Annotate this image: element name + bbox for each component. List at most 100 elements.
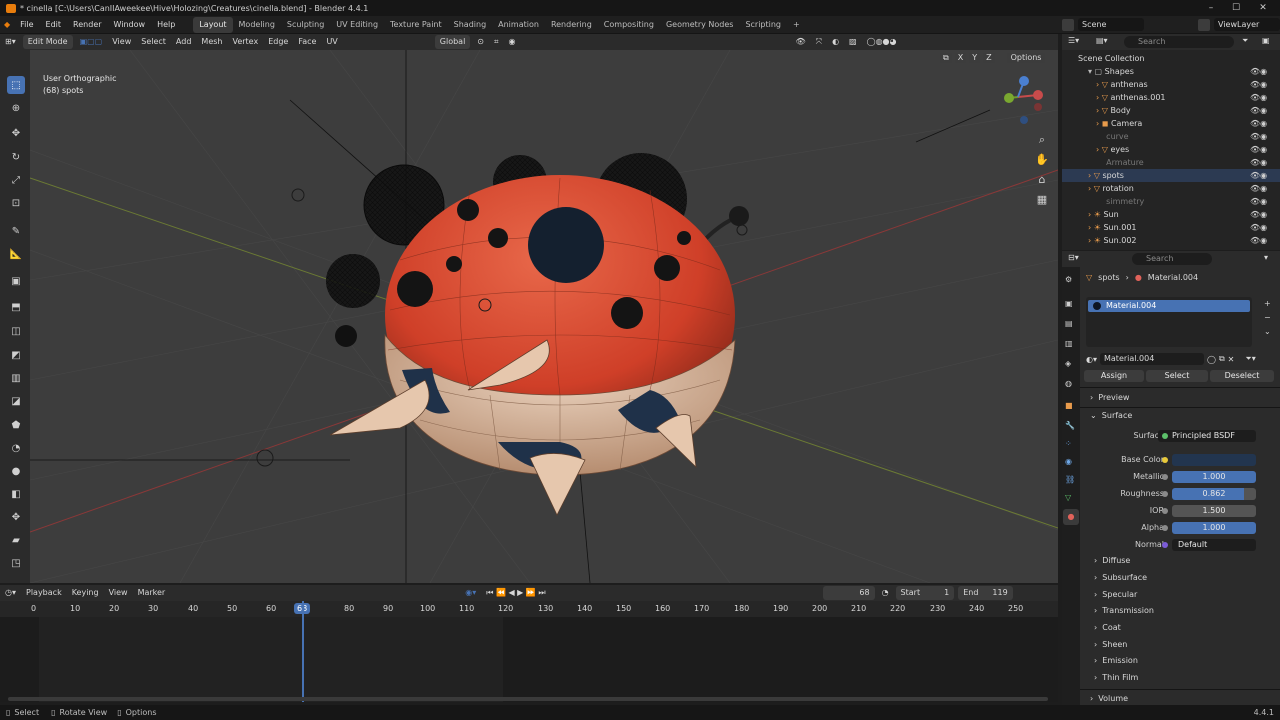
maximize-icon[interactable]: ☐	[1230, 2, 1242, 14]
tab-geometry-nodes[interactable]: Geometry Nodes	[660, 17, 739, 33]
render-tab-icon[interactable]: ▣	[1065, 299, 1073, 308]
eye-icon[interactable]: 👁◉	[1250, 65, 1276, 78]
playhead[interactable]	[302, 601, 304, 702]
material-name-field[interactable]: Material.004	[1100, 353, 1204, 365]
tool-tab-icon[interactable]: ⚙	[1065, 275, 1072, 284]
menu-marker[interactable]: Marker	[133, 586, 171, 600]
surface-shader-field[interactable]: Principled BSDF	[1158, 430, 1256, 442]
current-frame-field[interactable]: 68	[822, 586, 875, 600]
physics-tab-icon[interactable]: ◉	[1065, 457, 1072, 466]
rotate-tool-icon[interactable]: ↻	[7, 148, 25, 166]
snap-icon[interactable]: ⌗	[489, 35, 504, 49]
scene-selector[interactable]: Scene	[1078, 18, 1144, 31]
proportional-edit-icon[interactable]: ◉	[504, 35, 521, 49]
surface-panel-header[interactable]: ⌄ Surface	[1090, 410, 1132, 422]
view-layer-icon[interactable]	[1198, 18, 1210, 31]
assign-button[interactable]: Assign	[1084, 370, 1144, 382]
close-icon[interactable]: ✕	[1257, 2, 1269, 14]
eye-icon[interactable]: 👁◉	[1250, 195, 1276, 208]
start-frame-field[interactable]: 1	[944, 586, 949, 600]
outliner-item-simmetry[interactable]: simmetry	[1062, 195, 1280, 208]
outliner-item-anthenas-001[interactable]: › ▽ anthenas.001	[1062, 91, 1280, 104]
move-tool-icon[interactable]: ✥	[7, 124, 25, 142]
subpanel-thin-film[interactable]: › Thin Film	[1094, 672, 1138, 684]
transform-orientation[interactable]: Global	[434, 35, 471, 49]
filter-icon[interactable]: ⏷	[1242, 36, 1248, 46]
tab-modeling[interactable]: Modeling	[233, 17, 281, 33]
subpanel-coat[interactable]: › Coat	[1094, 622, 1121, 634]
add-cube-tool-icon[interactable]: ▣	[7, 272, 25, 290]
menu-render[interactable]: Render	[67, 16, 107, 34]
select-mode-icons[interactable]: ▣▢▢	[75, 35, 108, 49]
gizmo-icon[interactable]: ⤧	[811, 35, 827, 49]
scene-collection-row[interactable]: Scene Collection	[1062, 52, 1280, 65]
menu-edge[interactable]: Edge	[263, 35, 293, 49]
cursor-tool-icon[interactable]: ⊕	[7, 99, 25, 117]
eye-icon[interactable]: 👁◉	[1250, 234, 1276, 247]
outliner-search[interactable]: Search	[1124, 36, 1234, 48]
tab-shading[interactable]: Shading	[448, 17, 493, 33]
rip-tool-icon[interactable]: ◳	[7, 554, 25, 572]
slot-specials-icon[interactable]: ⌄	[1264, 325, 1271, 339]
mode-selector[interactable]: Edit Mode	[22, 35, 73, 49]
outliner-item-spots[interactable]: › ▽ spots	[1062, 169, 1280, 182]
loop-cut-tool-icon[interactable]: ▥	[7, 369, 25, 387]
menu-help[interactable]: Help	[151, 16, 181, 34]
tab-animation[interactable]: Animation	[492, 17, 545, 33]
add-workspace-icon[interactable]: +	[787, 17, 806, 33]
menu-face[interactable]: Face	[293, 35, 321, 49]
shear-tool-icon[interactable]: ▰	[7, 531, 25, 549]
object-tab-icon[interactable]: ■	[1065, 401, 1073, 410]
mirror-x-toggle[interactable]: X	[954, 53, 967, 63]
view-layer-selector[interactable]: ViewLayer	[1214, 18, 1280, 31]
xray-icon[interactable]: ▨	[844, 35, 862, 49]
eye-icon[interactable]: 👁◉	[1250, 117, 1276, 130]
playback-controls-icon[interactable]: ⏮ ⏪ ◀ ▶ ⏩ ⏭	[481, 586, 550, 600]
subpanel-subsurface[interactable]: › Subsurface	[1094, 572, 1147, 584]
world-tab-icon[interactable]: ◍	[1065, 379, 1072, 388]
material-filter-icon[interactable]: ⏷▾	[1245, 354, 1255, 364]
menu-playback[interactable]: Playback	[21, 586, 67, 600]
eye-icon[interactable]: 👁◉	[1250, 130, 1276, 143]
properties-options-icon[interactable]: ▾	[1264, 253, 1268, 262]
tab-compositing[interactable]: Compositing	[598, 17, 660, 33]
measure-tool-icon[interactable]: 📐	[7, 245, 25, 263]
editor-type-icon[interactable]: ⊞▾	[0, 35, 21, 49]
timeline-ruler[interactable]: 0 10 20 30 40 50 60 68 80 90 100 110 120…	[0, 601, 1058, 617]
eye-icon[interactable]: 👁◉	[1250, 143, 1276, 156]
visibility-icon[interactable]: 👁	[791, 35, 811, 49]
overlay-icon[interactable]: ◐	[827, 35, 844, 49]
timeline-scrollbar[interactable]	[8, 697, 1048, 701]
menu-window[interactable]: Window	[108, 16, 152, 34]
tab-rendering[interactable]: Rendering	[545, 17, 598, 33]
shrink-fatten-tool-icon[interactable]: ✥	[7, 508, 25, 526]
tab-sculpting[interactable]: Sculpting	[281, 17, 330, 33]
outliner-item-armature[interactable]: Armature	[1062, 156, 1280, 169]
outliner-item-sun-002[interactable]: › ☀ Sun.002	[1062, 234, 1280, 247]
menu-select[interactable]: Select	[136, 35, 171, 49]
outliner-item-sun-001[interactable]: › ☀ Sun.001	[1062, 221, 1280, 234]
menu-mesh[interactable]: Mesh	[196, 35, 227, 49]
fake-user-icon[interactable]: ◯	[1207, 355, 1216, 364]
select-box-tool-icon[interactable]: ⬚	[7, 76, 25, 94]
menu-view-timeline[interactable]: View	[104, 586, 133, 600]
outliner-item-eyes[interactable]: › ▽ eyes	[1062, 143, 1280, 156]
menu-view[interactable]: View	[107, 35, 136, 49]
record-icon[interactable]: ◉▾	[460, 586, 481, 600]
navigation-gizmo[interactable]	[996, 75, 1046, 130]
constraints-tab-icon[interactable]: ⛓	[1065, 475, 1075, 484]
outliner-item-body[interactable]: › ▽ Body	[1062, 104, 1280, 117]
base-color-swatch[interactable]	[1172, 454, 1256, 466]
subpanel-specular[interactable]: › Specular	[1094, 589, 1137, 601]
inset-tool-icon[interactable]: ◫	[7, 322, 25, 340]
new-collection-icon[interactable]: ▣	[1262, 36, 1270, 45]
normal-field[interactable]: Default	[1172, 539, 1256, 551]
timeline-area[interactable]	[0, 601, 1058, 702]
timeline-editor-icon[interactable]: ◷▾	[0, 586, 21, 600]
blender-menu-icon[interactable]: ◆	[0, 16, 14, 34]
eye-icon[interactable]: 👁◉	[1250, 221, 1276, 234]
menu-keying[interactable]: Keying	[67, 586, 104, 600]
tab-texture-paint[interactable]: Texture Paint	[384, 17, 448, 33]
shading-modes-icon[interactable]: ◯◍●◕	[862, 35, 902, 49]
ior-field[interactable]: 1.500	[1172, 505, 1256, 517]
